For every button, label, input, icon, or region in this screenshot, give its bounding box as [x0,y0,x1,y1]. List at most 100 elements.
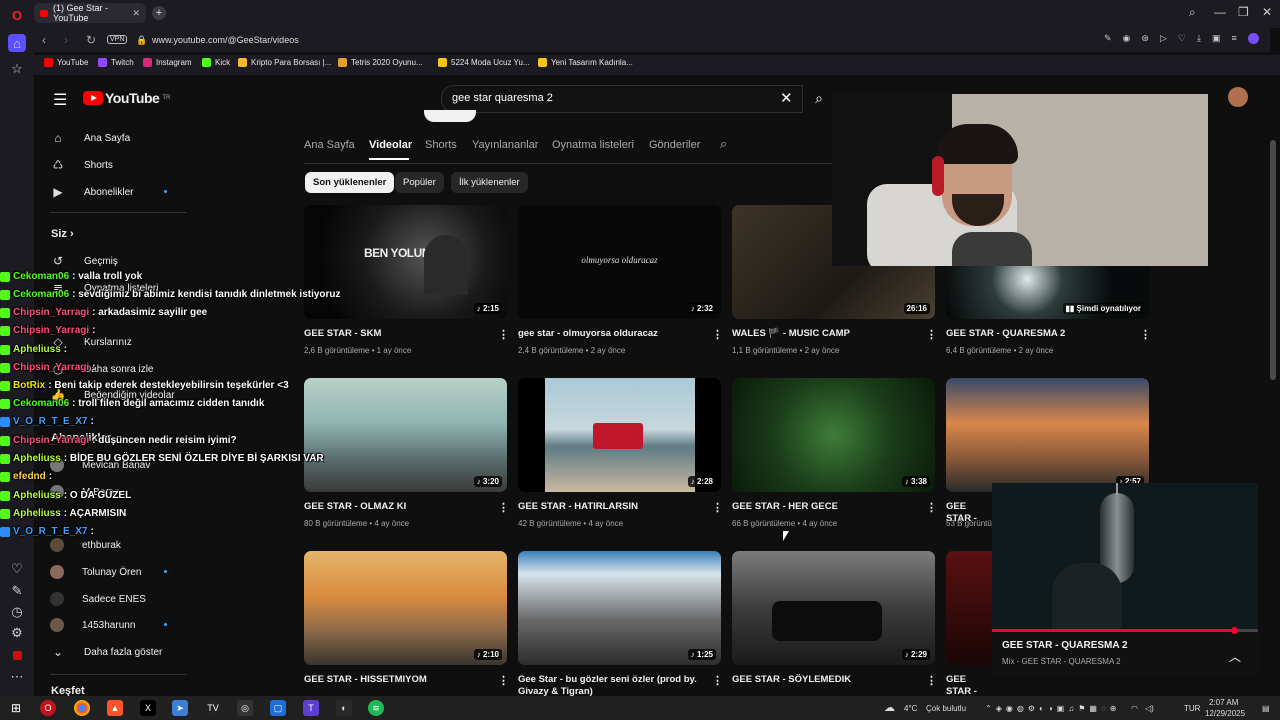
back-icon[interactable]: ‹ [42,33,46,47]
language-indicator[interactable]: TUR [1184,704,1200,713]
bookmark-yeni-tasarim[interactable]: Yeni Tasarım Kadınla... [538,58,633,67]
windows-start-icon[interactable]: ⊞ [8,700,24,716]
video-title[interactable]: GEE STAR - HISSETMIYOM [304,674,494,686]
obs-icon[interactable]: ◎ [237,700,253,716]
miniplayer-scrubber[interactable] [1231,627,1238,634]
edit-page-icon[interactable]: ✎ [1104,33,1112,44]
more-options-icon[interactable]: ⋮ [498,674,509,687]
chip-latest[interactable]: Son yüklenenler [305,172,395,193]
search-tabs-icon[interactable]: ⌕ [1189,5,1196,20]
channel-search-icon[interactable]: ⌕ [720,136,727,152]
account-avatar[interactable] [1228,87,1248,107]
volume-icon[interactable]: ◁) [1145,704,1154,713]
heart-icon[interactable]: ♡ [1178,33,1186,44]
bookmark-kick[interactable]: Kick [202,58,230,67]
extension-icon[interactable]: ⊛ [1141,33,1149,44]
reload-icon[interactable]: ↻ [86,33,96,47]
clear-search-icon[interactable]: ✕ [780,89,793,107]
video-title[interactable]: GEE STAR - HATIRLARSIN [518,501,708,513]
search-input[interactable]: gee star quaresma 2 [452,92,553,104]
bookmark-instagram[interactable]: Instagram [143,58,192,67]
history-clock-icon[interactable]: ◷ [8,603,26,621]
brave-icon[interactable]: ▲ [107,700,123,716]
chevron-up-icon[interactable]: ︿ [1229,648,1241,665]
video-thumbnail[interactable]: BEN YOLUMDAN ♪ 2:15 [304,205,507,319]
miniplayer-title[interactable]: GEE STAR - QUARESMA 2 [1002,640,1128,651]
tab-live[interactable]: Yayınlananlar [472,139,538,151]
app-icon[interactable]: ▢ [270,700,286,716]
weather-text[interactable]: Çok bulutlu [926,704,966,713]
wifi-icon[interactable]: ◠ [1131,704,1138,713]
search-icon[interactable]: ⌕ [806,85,832,111]
opera-logo-icon[interactable]: O [8,6,26,24]
video-title[interactable]: GEE STAR - QUARESMA 2 [946,328,1136,340]
tradingview-icon[interactable]: TV [205,700,221,716]
teams-icon[interactable]: T [303,700,319,716]
opera-taskbar-icon[interactable]: O [40,700,56,716]
menu-icon[interactable]: ≡ [1231,33,1236,44]
more-options-icon[interactable]: ⋮ [712,674,723,687]
minimize-icon[interactable]: — [1214,5,1226,19]
tab-home[interactable]: Ana Sayfa [304,139,355,151]
more-options-icon[interactable]: ⋮ [712,501,723,514]
more-options-icon[interactable]: ⋮ [498,328,509,341]
video-thumbnail[interactable] [946,551,992,665]
sidebar-sub[interactable]: 1453harunn [50,618,135,632]
tray-icons[interactable]: ⌃◈◉◍⚙◐◑▣♫⚑▦◌⊕ [985,704,1120,713]
heart-icon[interactable]: ♡ [8,560,26,578]
bookmark-kripto[interactable]: Kripto Para Borsası |... [238,58,331,67]
vpn-badge[interactable]: VPN [107,35,128,44]
x-icon[interactable]: X [140,700,156,716]
new-tab-button[interactable]: + [152,6,166,20]
sidebar-sub[interactable]: Sadece ENES [50,592,146,606]
download-icon[interactable]: ⤓ [1197,33,1201,44]
video-thumbnail[interactable]: ♪ 2:29 [732,551,935,665]
tab-playlists[interactable]: Oynatma listeleri [552,139,634,151]
video-title[interactable]: GEE STAR - HER GECE [732,501,922,513]
ublock-icon[interactable] [8,646,26,664]
video-title[interactable]: GEE STAR - [946,674,990,698]
profile-icon[interactable] [1247,33,1259,44]
page-scrollbar[interactable] [1270,140,1276,380]
tab-videos[interactable]: Videolar [369,139,412,151]
chrome-icon[interactable] [74,700,90,716]
sidebar-sub[interactable]: ethburak [50,538,121,552]
hamburger-menu-icon[interactable]: ☰ [53,90,67,110]
tab-posts[interactable]: Gönderiler [649,139,700,151]
notification-icon[interactable]: ▤ [1262,704,1270,713]
more-options-icon[interactable]: ⋮ [926,501,937,514]
tab-shorts[interactable]: Shorts [425,139,457,151]
video-title[interactable]: GEE STAR - SÖYLEMEDIK [732,674,922,686]
video-thumbnail[interactable]: ♪ 2:57 [946,378,1149,492]
video-thumbnail[interactable]: olmuyorsa olduracaz ♪ 2:32 [518,205,721,319]
youtube-logo[interactable]: YouTube TR [83,90,170,106]
bookmarks-star-icon[interactable]: ☆ [8,60,26,78]
bookmark-youtube[interactable]: YouTube [44,58,88,67]
play-icon[interactable]: ▷ [1160,33,1167,44]
forward-icon[interactable]: › [64,33,68,47]
clock-time[interactable]: 2:07 AM [1209,698,1238,707]
video-title[interactable]: GEE STAR - OLMAZ KI [304,501,494,513]
video-title[interactable]: gee star - olmuyorsa olduracaz [518,328,708,340]
bookmark-tetris[interactable]: Tetris 2020 Oyunu... [338,58,423,67]
maximize-icon[interactable]: ❐ [1238,5,1249,19]
video-title[interactable]: GEE STAR - SKM [304,328,494,340]
weather-icon[interactable]: ☁ [884,701,895,714]
more-icon[interactable]: ⋯ [8,668,26,686]
chip-popular[interactable]: Popüler [395,172,444,193]
close-window-icon[interactable]: ✕ [1262,5,1272,19]
tab-close-icon[interactable]: ✕ [132,8,140,19]
more-options-icon[interactable]: ⋮ [926,674,937,687]
more-options-icon[interactable]: ⋮ [926,328,937,341]
miniplayer-video[interactable] [992,483,1258,629]
weather-temp[interactable]: 4°C [904,704,917,713]
sidebar-you-heading[interactable]: Siz › [51,228,74,240]
bookmark-moda[interactable]: 5224 Moda Ucuz Yu... [438,58,530,67]
more-options-icon[interactable]: ⋮ [498,501,509,514]
sidebar-sub[interactable]: Tolunay Ören [50,565,141,579]
browser-tab[interactable]: (1) Gee Star - YouTube ✕ [34,3,146,23]
sidebar-item-history[interactable]: ↺ Geçmiş [50,254,118,268]
video-thumbnail[interactable]: ♪ 3:20 [304,378,507,492]
steam-icon[interactable]: ◐ [336,700,352,716]
video-thumbnail[interactable]: ♪ 1:25 [518,551,721,665]
